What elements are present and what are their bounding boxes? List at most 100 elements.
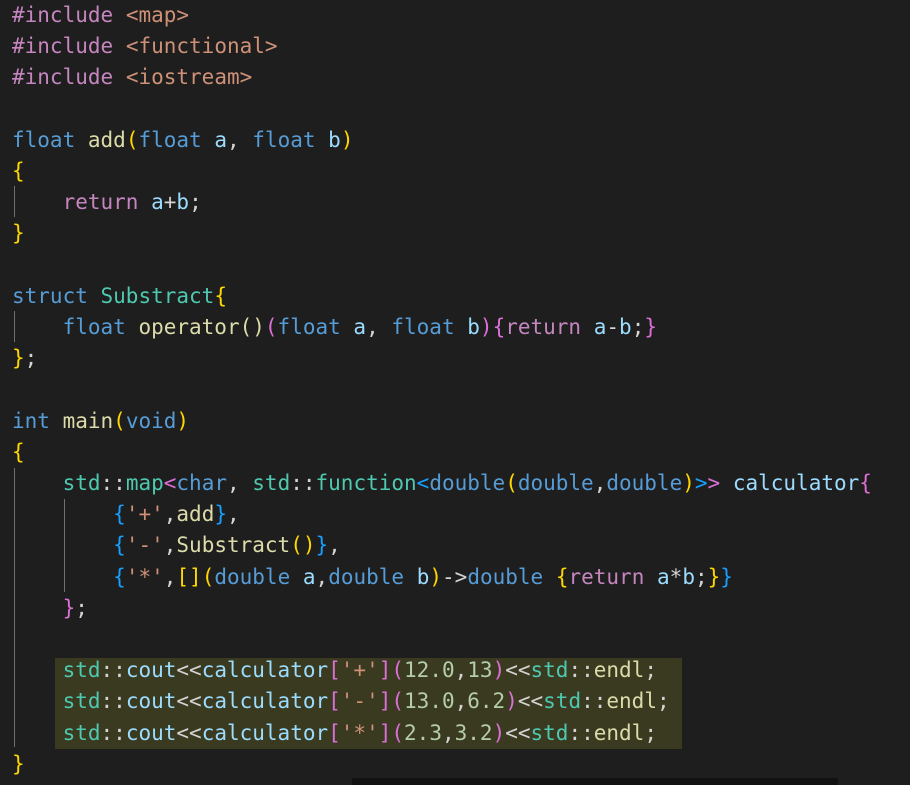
code-line-5[interactable]: float add(float a, float b) <box>12 125 353 156</box>
code-token: ( <box>125 127 139 152</box>
code-token: std <box>62 720 101 745</box>
code-token: :: <box>568 720 594 745</box>
code-token: calculator <box>732 471 860 495</box>
code-token: <map> <box>125 3 190 27</box>
code-token: , <box>315 564 329 589</box>
code-line-10[interactable]: struct Substract{ <box>12 281 227 312</box>
code-token: std <box>62 658 101 683</box>
code-token: } <box>12 751 25 776</box>
code-token: ; <box>656 689 670 714</box>
code-token: ( <box>201 564 215 589</box>
code-token: ( <box>391 720 405 745</box>
code-token: #include <box>12 34 114 59</box>
code-token: b <box>328 127 341 152</box>
code-token: 6.2 <box>467 689 506 714</box>
code-token: endl <box>593 658 645 683</box>
code-token: calculator <box>201 658 329 683</box>
code-token: , <box>593 471 607 495</box>
code-token: char <box>176 471 227 495</box>
code-token: b <box>176 190 190 215</box>
code-line-14[interactable]: int main(void) <box>12 406 189 437</box>
code-token: ; <box>75 595 88 620</box>
code-line-12[interactable]: }; <box>12 343 37 374</box>
code-line-11[interactable]: float operator()(float a, float b){retur… <box>12 312 657 343</box>
code-token: std <box>543 689 582 714</box>
code-token: std <box>62 689 101 714</box>
code-token: } <box>720 564 733 589</box>
code-line-25[interactable]: } <box>12 749 25 780</box>
code-line-7[interactable]: return a+b; <box>12 187 202 218</box>
code-token: } <box>214 502 227 527</box>
code-token: float <box>391 315 455 339</box>
code-token: main <box>62 408 114 433</box>
code-token: float <box>252 127 316 152</box>
code-token: , <box>163 564 177 589</box>
code-line-24[interactable]: std::cout<<calculator['*'](2.3,3.2)<<std… <box>12 718 657 749</box>
code-token: ] <box>378 720 392 745</box>
code-token: float <box>277 315 341 339</box>
code-token: Substract <box>100 283 215 308</box>
code-token: ] <box>378 689 392 714</box>
code-token: , <box>163 533 177 558</box>
code-token: double <box>328 564 405 589</box>
code-token: a <box>657 564 670 589</box>
code-line-2[interactable]: #include <functional> <box>12 31 278 62</box>
code-token: { <box>555 564 569 589</box>
code-token: add <box>176 502 215 527</box>
code-token: double <box>467 564 544 589</box>
code-token: add <box>87 127 126 152</box>
code-token: [ <box>328 689 341 714</box>
code-token: ( <box>505 471 518 495</box>
code-token: ; <box>631 315 645 339</box>
code-token: float <box>62 315 126 339</box>
code-token: ; <box>644 658 657 683</box>
code-line-20[interactable]: }; <box>12 593 88 624</box>
code-line-23[interactable]: std::cout<<calculator['-'](13.0,6.2)<<st… <box>12 686 670 717</box>
code-token: { <box>214 283 227 308</box>
code-token: << <box>517 689 544 714</box>
code-line-8[interactable]: } <box>12 218 25 249</box>
code-token: ; <box>694 564 708 589</box>
code-line-3[interactable]: #include <iostream> <box>12 62 252 93</box>
code-line-15[interactable]: { <box>12 437 25 468</box>
code-token: ) <box>429 564 443 589</box>
code-token: operator() <box>138 315 265 339</box>
code-token: :: <box>290 471 316 495</box>
code-token: << <box>176 720 202 745</box>
code-token: b <box>467 315 480 339</box>
code-token: std <box>530 658 569 683</box>
code-line-22[interactable]: std::cout<<calculator['+'](12.0,13)<<std… <box>12 655 657 686</box>
code-token: } <box>644 315 658 339</box>
code-token: { <box>113 564 126 589</box>
code-token: b <box>619 315 632 339</box>
code-line-19[interactable]: {'*',[](double a,double b)->double {retu… <box>12 562 733 593</box>
horizontal-scrollbar[interactable] <box>352 778 838 785</box>
code-line-18[interactable]: {'-',Substract()}, <box>12 530 341 561</box>
code-token: :: <box>100 720 126 745</box>
code-token: :: <box>581 689 607 714</box>
code-line-6[interactable]: { <box>12 156 25 187</box>
code-token: ) <box>479 315 493 339</box>
code-line-17[interactable]: {'+',add}, <box>12 499 240 530</box>
code-token: } <box>12 221 25 246</box>
code-token: ) <box>492 720 506 745</box>
code-line-1[interactable]: #include <map> <box>12 0 189 31</box>
code-token: ( <box>391 689 405 714</box>
code-token: ; <box>189 190 202 215</box>
code-token: endl <box>606 689 657 714</box>
code-editor[interactable]: #include <map> #include <functional> #incl… <box>0 0 910 785</box>
code-line-16[interactable]: std::map<char, std::function<double(doub… <box>12 468 872 499</box>
code-token: std <box>252 471 291 495</box>
